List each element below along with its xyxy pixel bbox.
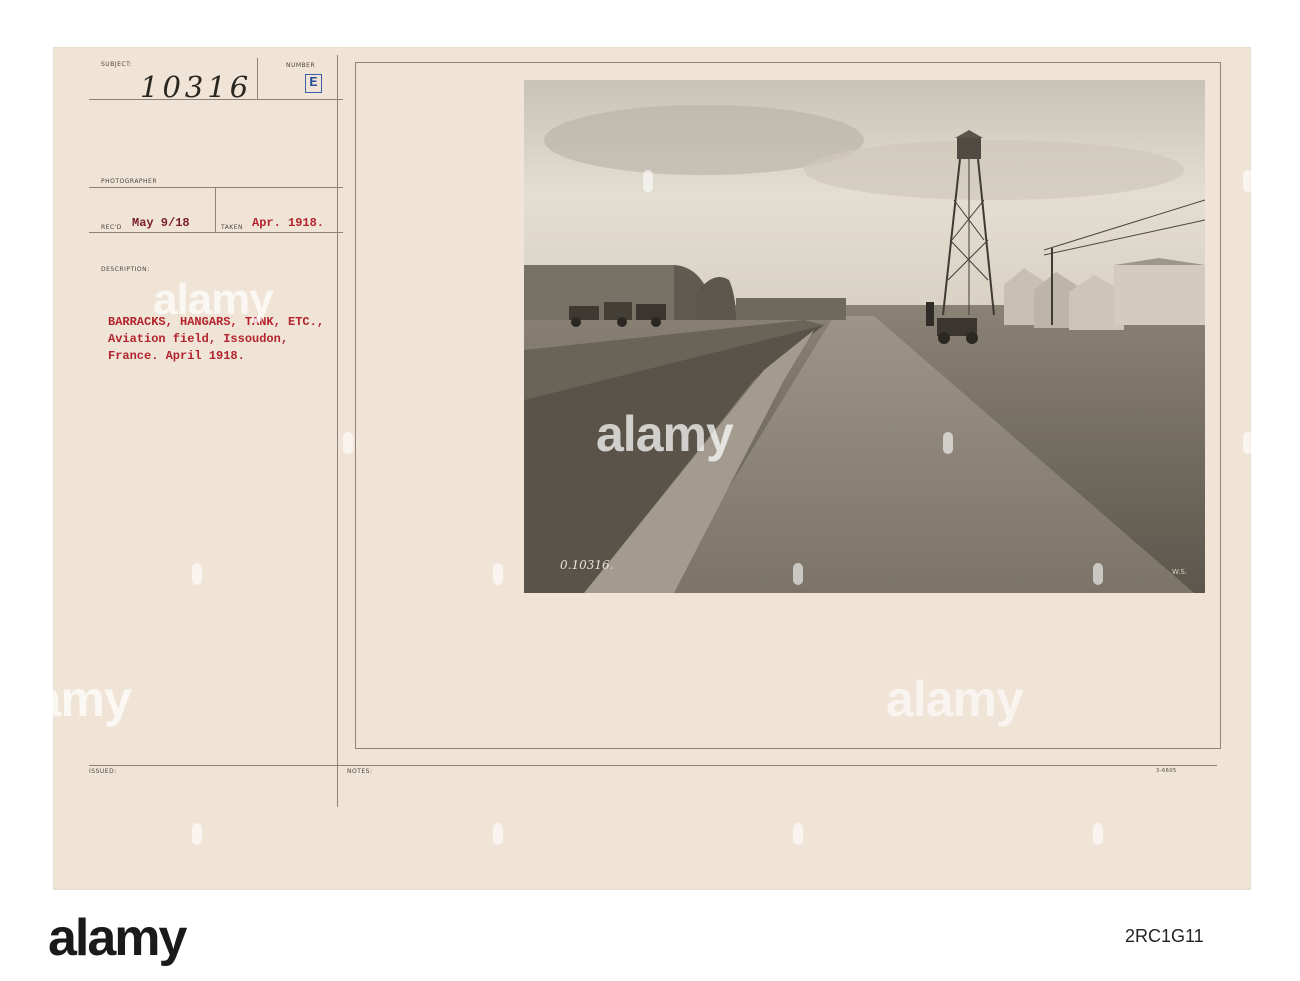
description-label: DESCRIPTION: [101, 266, 150, 273]
taken-value: Apr. 1918. [252, 216, 325, 230]
recd-value: May 9/18 [132, 216, 190, 230]
watermark-dot [192, 823, 202, 845]
photo-corner-mark: W.S. [1172, 568, 1188, 576]
notes-label: NOTES: [347, 768, 373, 775]
subject-label: SUBJECT: [101, 61, 133, 68]
watermark-dot [943, 432, 953, 454]
number-divider [257, 58, 258, 100]
photo-frame-left [355, 62, 356, 749]
watermark-dot [793, 823, 803, 845]
photograph-scene [524, 80, 1205, 593]
description-line-3: France. April 1918. [108, 349, 245, 363]
dates-divider [215, 188, 216, 233]
issued-label: ISSUED: [89, 768, 117, 775]
watermark-bottom-right: alamy [886, 671, 1024, 727]
watermark-photo: alamy [596, 406, 734, 462]
number-value: E [305, 74, 322, 93]
taken-label: TAKEN [221, 224, 244, 231]
photo-frame-right [1220, 62, 1221, 749]
watermark-dot [643, 170, 653, 192]
issued-line [89, 765, 1217, 766]
watermark-dot [43, 432, 53, 454]
watermark-dot [343, 432, 353, 454]
watermark-dot [192, 563, 202, 585]
watermark-dot [1093, 823, 1103, 845]
recd-label: REC'D [101, 224, 122, 231]
watermark-dot [1243, 170, 1253, 192]
form-code: 3-6605 [1156, 768, 1177, 774]
aviation-field-photograph: 0.10316. W.S. [524, 80, 1205, 593]
stock-footer: alamy 2RC1G11 [0, 890, 1300, 981]
watermark-dot [493, 563, 503, 585]
dates-underline [89, 232, 343, 233]
watermark-dot [1243, 432, 1253, 454]
watermark-dot [43, 170, 53, 192]
photo-frame-top [355, 62, 1221, 63]
watermark-dot [493, 823, 503, 845]
watermark-dot [793, 563, 803, 585]
left-column-divider [337, 55, 338, 807]
description-line-2: Aviation field, Issoudon, [108, 332, 289, 346]
photographer-label: PHOTOGRAPHER [101, 178, 158, 185]
number-label: NUMBER [286, 62, 316, 69]
watermark-top-left: alamy [153, 275, 274, 324]
negative-number: 0.10316. [560, 558, 614, 572]
photographer-underline [89, 187, 343, 188]
image-id: 2RC1G11 [1125, 926, 1204, 946]
photo-frame-bottom [355, 748, 1221, 749]
footer-logo: alamy [48, 909, 187, 967]
watermark-dot [1093, 563, 1103, 585]
subject-number: 10316 [140, 70, 253, 104]
watermark-bottom-left: alamy [0, 671, 132, 727]
